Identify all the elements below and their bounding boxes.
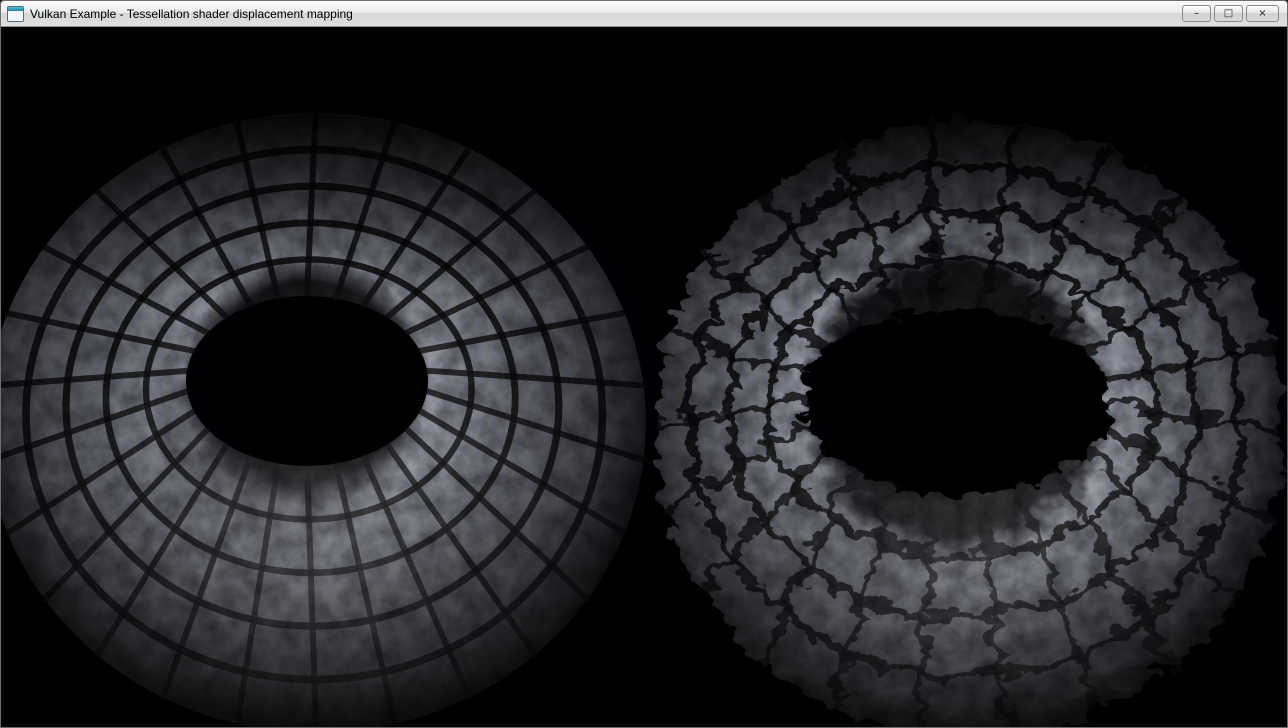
app-window: Vulkan Example - Tessellation shader dis… [0,0,1288,728]
minimize-button[interactable]: – [1182,5,1211,22]
render-viewport[interactable] [1,28,1287,727]
close-button[interactable]: × [1246,5,1279,22]
maximize-button[interactable]: □ [1214,5,1243,22]
window-controls: – □ × [1182,5,1279,22]
app-icon[interactable] [7,6,24,22]
app-icon-accent [8,7,23,11]
torus-flat [1,58,661,727]
window-title: Vulkan Example - Tessellation shader dis… [30,7,1176,21]
title-bar[interactable]: Vulkan Example - Tessellation shader dis… [1,1,1287,27]
torus-displaced [629,56,1287,727]
